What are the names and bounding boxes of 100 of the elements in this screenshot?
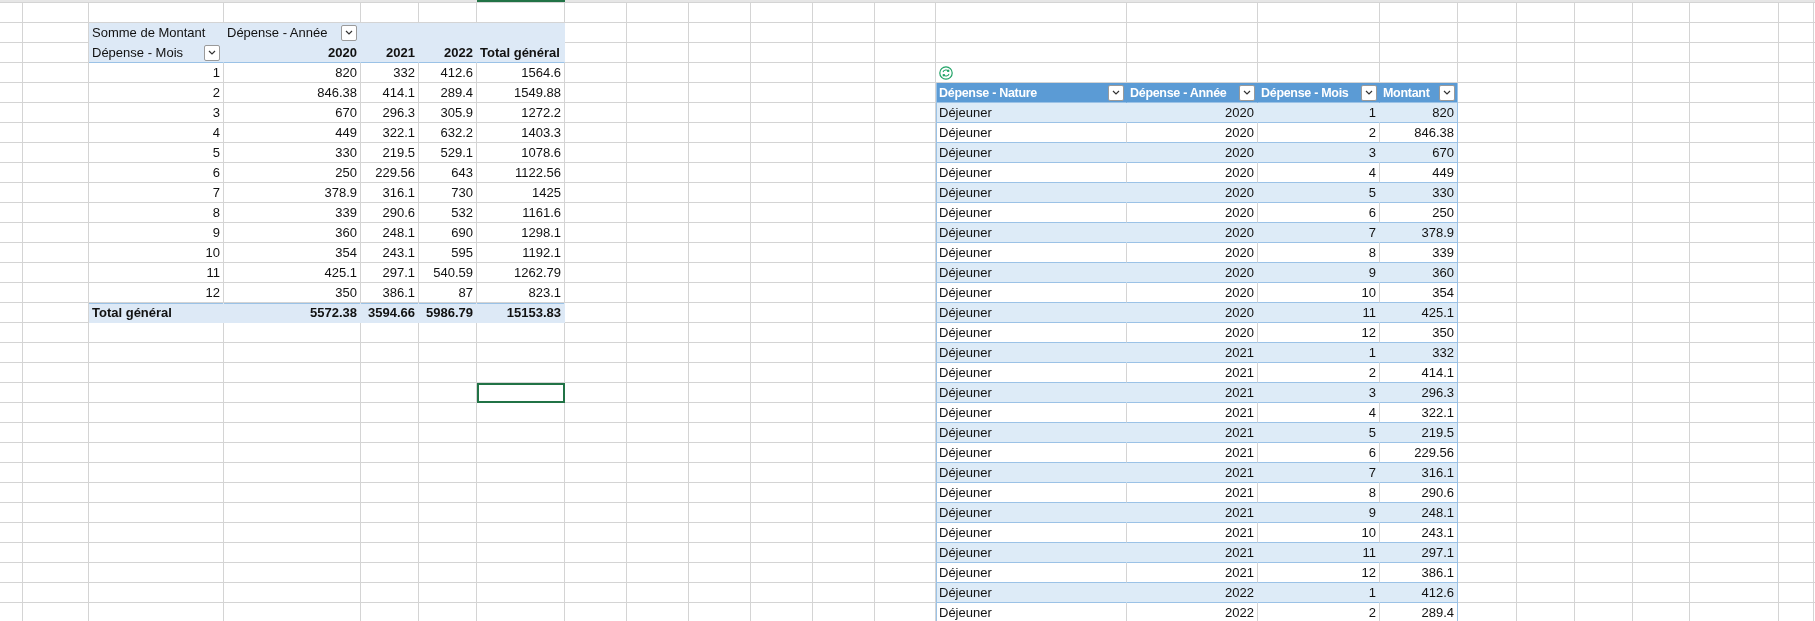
table-cell-text: 322.1 <box>381 124 416 142</box>
table-cell: Déjeuner <box>936 583 1127 603</box>
table-cell: 2021 <box>1127 543 1258 563</box>
table-cell-text: 296.3 <box>381 104 416 122</box>
table-cell-text: 1403.3 <box>520 124 562 142</box>
table-cell: 9 <box>1258 263 1380 283</box>
table-cell: 2021 <box>1127 383 1258 403</box>
chevron-down-icon <box>208 50 216 55</box>
column-header: Dépense - Nature <box>939 85 1037 100</box>
filter-dropdown-button[interactable] <box>341 24 357 41</box>
table-cell: Déjeuner <box>936 603 1127 621</box>
chevron-down-icon <box>1243 90 1251 95</box>
row-label: 11 <box>205 264 221 282</box>
table-cell-text: 1298.1 <box>520 224 562 242</box>
active-cell[interactable] <box>477 383 565 403</box>
table-cell-text: 1564.6 <box>520 64 562 82</box>
table-cell: 330 <box>1380 183 1458 203</box>
row-label: 2 <box>211 84 221 102</box>
table-cell-text: 289.4 <box>439 84 474 102</box>
table-cell-text: 1272.2 <box>520 104 562 122</box>
table-cell: Déjeuner <box>936 223 1127 243</box>
total-label: Total général <box>89 303 224 323</box>
table-cell-text: 846.38 <box>316 84 358 102</box>
table-cell: 5 <box>1258 423 1380 443</box>
table-cell-text: 425.1 <box>323 264 358 282</box>
total-cell: 5986.79 <box>419 303 477 323</box>
table-cell: 2021 <box>1127 503 1258 523</box>
table-cell: 2020 <box>1127 263 1258 283</box>
table-cell: 412.6 <box>1380 583 1458 603</box>
chevron-down-icon <box>1443 90 1451 95</box>
chevron-down-icon <box>1365 90 1373 95</box>
table-cell-text: 243.1 <box>381 244 416 262</box>
column-header: Total général <box>477 43 565 63</box>
filter-dropdown-button[interactable] <box>1239 84 1255 101</box>
table-cell: 3 <box>1258 383 1380 403</box>
table-cell: 289.4 <box>1380 603 1458 621</box>
table-cell: 2021 <box>1127 343 1258 363</box>
table-cell: 378.9 <box>1380 223 1458 243</box>
table-cell: Déjeuner <box>936 383 1127 403</box>
table-cell-text: 532 <box>450 204 474 222</box>
table-cell: 219.5 <box>1380 423 1458 443</box>
table-cell-text: 1425 <box>531 184 562 202</box>
row-label: 5 <box>211 144 221 162</box>
table-cell-text: 1549.88 <box>513 84 562 102</box>
table-cell: 3 <box>1258 143 1380 163</box>
column-header: Dépense - Mois <box>1261 85 1349 100</box>
table-cell-text: 350 <box>334 284 358 302</box>
table-cell-text: 595 <box>450 244 474 262</box>
row-label: 12 <box>204 284 221 302</box>
column-header: 2022 <box>419 43 477 63</box>
table-cell-text: 730 <box>450 184 474 202</box>
table-cell-text: 820 <box>334 64 358 82</box>
table-cell-text: 1122.56 <box>513 164 562 182</box>
table-cell-text: 386.1 <box>381 284 416 302</box>
table-cell: 2020 <box>1127 103 1258 123</box>
row-label: 6 <box>211 164 221 182</box>
table-cell: 360 <box>1380 263 1458 283</box>
table-cell: 7 <box>1258 223 1380 243</box>
column-header: Montant <box>1383 85 1430 100</box>
row-label: 3 <box>211 104 221 122</box>
table-cell: 1 <box>1258 103 1380 123</box>
table-cell: 11 <box>1258 303 1380 323</box>
table-cell-text: 670 <box>334 104 358 122</box>
chevron-down-icon <box>345 30 353 35</box>
column-header: 2020 <box>224 43 361 63</box>
table-cell-text: 1192.1 <box>521 244 562 262</box>
table-cell-text: 1161.6 <box>521 204 562 222</box>
table-cell: Déjeuner <box>936 103 1127 123</box>
table-cell: Déjeuner <box>936 303 1127 323</box>
table-cell-text: 449 <box>334 124 358 142</box>
filter-dropdown-button[interactable] <box>204 44 220 61</box>
table-cell: Déjeuner <box>936 183 1127 203</box>
table-cell: Déjeuner <box>936 263 1127 283</box>
row-label: 4 <box>211 124 221 142</box>
table-cell-text: 412.6 <box>439 64 474 82</box>
table-cell: 2020 <box>1127 143 1258 163</box>
table-cell: Déjeuner <box>936 463 1127 483</box>
table-cell: 2 <box>1258 603 1380 621</box>
table-cell: 9 <box>1258 503 1380 523</box>
table-cell: 2020 <box>1127 183 1258 203</box>
filter-dropdown-button[interactable] <box>1108 84 1124 101</box>
row-label: 8 <box>211 204 221 222</box>
table-cell-text: 219.5 <box>381 144 416 162</box>
table-cell-text: 316.1 <box>381 184 416 202</box>
field-label: Dépense - Année <box>227 25 328 40</box>
table-cell: Déjeuner <box>936 503 1127 523</box>
table-cell: 670 <box>1380 143 1458 163</box>
table-cell-text: 250 <box>334 164 358 182</box>
table-cell-text: 297.1 <box>381 264 416 282</box>
table-cell-text: 1262.79 <box>513 264 562 282</box>
table-cell-text: 290.6 <box>381 204 416 222</box>
filter-dropdown-button[interactable] <box>1361 84 1377 101</box>
row-label: 9 <box>211 224 221 242</box>
filter-dropdown-button[interactable] <box>1439 84 1455 101</box>
table-cell: 1 <box>1258 583 1380 603</box>
total-cell: 3594.66 <box>361 303 419 323</box>
table-cell-text: 643 <box>450 164 474 182</box>
refresh-icon[interactable] <box>939 65 953 80</box>
table-cell-text: 690 <box>450 224 474 242</box>
table-cell-text: 1078.6 <box>520 144 562 162</box>
